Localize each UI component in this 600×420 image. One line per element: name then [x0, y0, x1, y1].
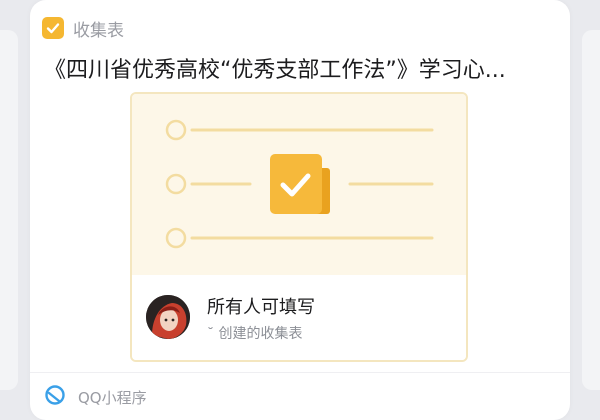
- list-bullet-3: [165, 227, 187, 249]
- preview-illustration: [132, 94, 466, 275]
- list-bullet-2: [165, 173, 187, 195]
- checklist-document-icon: [270, 154, 330, 214]
- preview-footer: 所有人可填写 ˘ 创建的收集表: [132, 275, 466, 360]
- background-card-left: [0, 30, 18, 390]
- shared-card[interactable]: 收集表 《四川省优秀高校“优秀支部工作法”》学习心... 所有人可填写 ˘ 创建…: [30, 0, 570, 420]
- fill-permission-label: 所有人可填写: [207, 297, 315, 318]
- mini-program-label: QQ小程序: [78, 388, 147, 407]
- check-square-icon: [42, 17, 64, 39]
- form-preview[interactable]: 所有人可填写 ˘ 创建的收集表: [130, 92, 468, 362]
- list-bullet-1: [165, 119, 187, 141]
- qq-mini-program-icon: [44, 384, 66, 410]
- mini-program-bar[interactable]: QQ小程序: [44, 384, 147, 410]
- avatar: [146, 295, 190, 339]
- divider: [30, 372, 570, 373]
- background-card-right: [582, 30, 600, 390]
- card-title[interactable]: 《四川省优秀高校“优秀支部工作法”》学习心...: [44, 52, 564, 84]
- app-header: 收集表: [42, 16, 124, 41]
- checklist-illustration: [165, 119, 434, 249]
- creator-label: ˘ 创建的收集表: [207, 326, 303, 342]
- app-name: 收集表: [73, 20, 124, 41]
